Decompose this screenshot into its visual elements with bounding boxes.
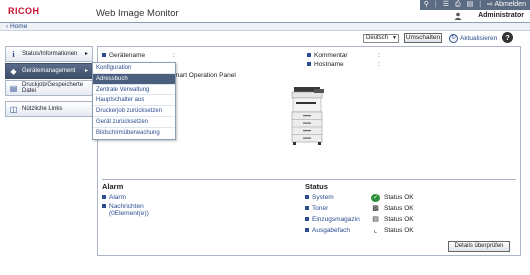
sidebar-item-label: Gerätemanagement: [22, 67, 76, 74]
language-value: Deutsch: [366, 35, 389, 41]
operation-panel-text: mart Operation Panel: [174, 72, 236, 79]
menu-item-reset-device[interactable]: Gerät zurücksetzen: [93, 117, 175, 128]
brand-logo: RICOH: [8, 6, 40, 16]
system-ok-icon: ✓: [371, 194, 380, 202]
status-row-input-tray[interactable]: Einzugsmagazin ▤ Status OK: [305, 216, 505, 225]
output-tray-icon: ⌞: [373, 227, 378, 234]
tray-icon: ▤: [372, 216, 379, 223]
chevron-right-icon: ▸: [84, 68, 88, 74]
list-icon[interactable]: ☰: [443, 0, 449, 10]
menu-item-reset-printer-job[interactable]: Druckerjob zurücksetzen: [93, 106, 175, 117]
sidebar-item-label: Status/Informationen: [22, 50, 78, 57]
alarm-link-label: Alarm: [109, 194, 126, 201]
search-icon[interactable]: ⚲: [424, 0, 429, 10]
home-label: Home: [9, 23, 28, 30]
check-details-button[interactable]: Details überprüfen: [448, 241, 510, 252]
menu-item-address-book[interactable]: Adressbuch: [93, 73, 175, 85]
status-row-output-tray[interactable]: Ausgabefach ⌞ Status OK: [305, 227, 505, 236]
refresh-button[interactable]: ↻ Aktualisieren: [449, 33, 497, 43]
toner-icon: ▩: [372, 205, 379, 212]
messages-count[interactable]: (0Element(e)): [109, 210, 149, 218]
alarm-link[interactable]: Alarm: [102, 194, 126, 202]
status-value: Status OK: [384, 194, 414, 201]
logout-label: Abmelden: [494, 1, 526, 8]
app-title: Web Image Monitor: [96, 8, 179, 19]
sidebar-item-label: Druckjob/Gespeicherte Datei: [22, 81, 84, 95]
printer-icon[interactable]: ⎙: [455, 0, 461, 10]
chevron-down-icon: ▼: [392, 35, 397, 41]
chevron-right-icon: ▸: [84, 51, 88, 57]
section-divider: [102, 179, 516, 180]
status-label: System: [312, 194, 334, 201]
user-name: Administrator: [478, 12, 524, 19]
sidebar-item-label: Nützliche Links: [22, 105, 63, 112]
sidebar-item-useful-links[interactable]: ◫ Nützliche Links: [5, 101, 93, 117]
document-icon[interactable]: ▤: [467, 0, 474, 10]
status-label: Ausgabefach: [312, 227, 350, 234]
breadcrumb: ‹ Home: [0, 22, 530, 31]
comment-row: Kommentar :: [307, 52, 397, 59]
status-label: Toner: [312, 205, 329, 212]
status-row-toner[interactable]: Toner ▩ Status OK: [305, 205, 505, 214]
messages-link-label: Nachrichten: [109, 203, 144, 210]
switch-language-button[interactable]: Umschalten: [404, 33, 442, 43]
refresh-icon: ↻: [449, 33, 458, 43]
comment-label: Kommentar: [314, 52, 348, 59]
menu-item-configuration[interactable]: Konfiguration: [93, 63, 175, 74]
hostname-label: Hostname: [314, 61, 344, 68]
menu-item-screen-monitoring[interactable]: Bildschirmüberwachung: [93, 128, 175, 139]
header-toolbar: ⚲ | ☰ ⎙ ▤ | ⇨ Abmelden: [419, 0, 530, 10]
home-link[interactable]: ‹ Home: [6, 23, 27, 31]
status-title: Status: [305, 182, 328, 191]
comment-value: :: [378, 52, 380, 59]
hostname-value: :: [378, 61, 380, 68]
logout-button[interactable]: ⇨ Abmelden: [487, 0, 526, 10]
header: RICOH Web Image Monitor ⚲ | ☰ ⎙ ▤ | ⇨ Ab…: [0, 0, 530, 22]
status-value: Status OK: [384, 227, 414, 234]
info-icon: i: [12, 50, 15, 59]
device-name-value: :: [173, 52, 175, 59]
hostname-row: Hostname :: [307, 61, 397, 68]
menu-item-central-management[interactable]: Zentrale Verwaltung: [93, 85, 175, 96]
device-name-row: Gerätename :: [102, 52, 192, 59]
menu-item-main-power-off[interactable]: Hauptschalter aus: [93, 95, 175, 107]
sidebar-item-device-management[interactable]: ◆ Gerätemanagement ▸: [5, 63, 93, 79]
printer-device-image: [291, 87, 324, 145]
document-icon: ▤: [9, 84, 18, 93]
language-select[interactable]: Deutsch ▼: [363, 34, 399, 43]
device-name-label: Gerätename: [109, 52, 146, 59]
status-value: Status OK: [384, 205, 414, 212]
help-icon[interactable]: ?: [502, 32, 513, 43]
sidebar-item-printjob[interactable]: ▤ Druckjob/Gespeicherte Datei: [5, 80, 93, 96]
user-icon: [454, 12, 462, 20]
refresh-label: Aktualisieren: [460, 34, 498, 42]
sidebar: i Status/Informationen ▸ ◆ Gerätemanagem…: [5, 46, 93, 118]
status-row-system[interactable]: System ✓ Status OK: [305, 194, 505, 203]
status-value: Status OK: [384, 216, 414, 223]
settings-icon: ◆: [10, 67, 17, 76]
alarm-title: Alarm: [102, 182, 124, 191]
device-management-menu: Konfiguration Adressbuch Zentrale Verwal…: [92, 62, 176, 140]
status-label: Einzugsmagazin: [312, 216, 360, 223]
links-icon: ◫: [9, 105, 18, 114]
sidebar-item-status[interactable]: i Status/Informationen ▸: [5, 46, 93, 62]
